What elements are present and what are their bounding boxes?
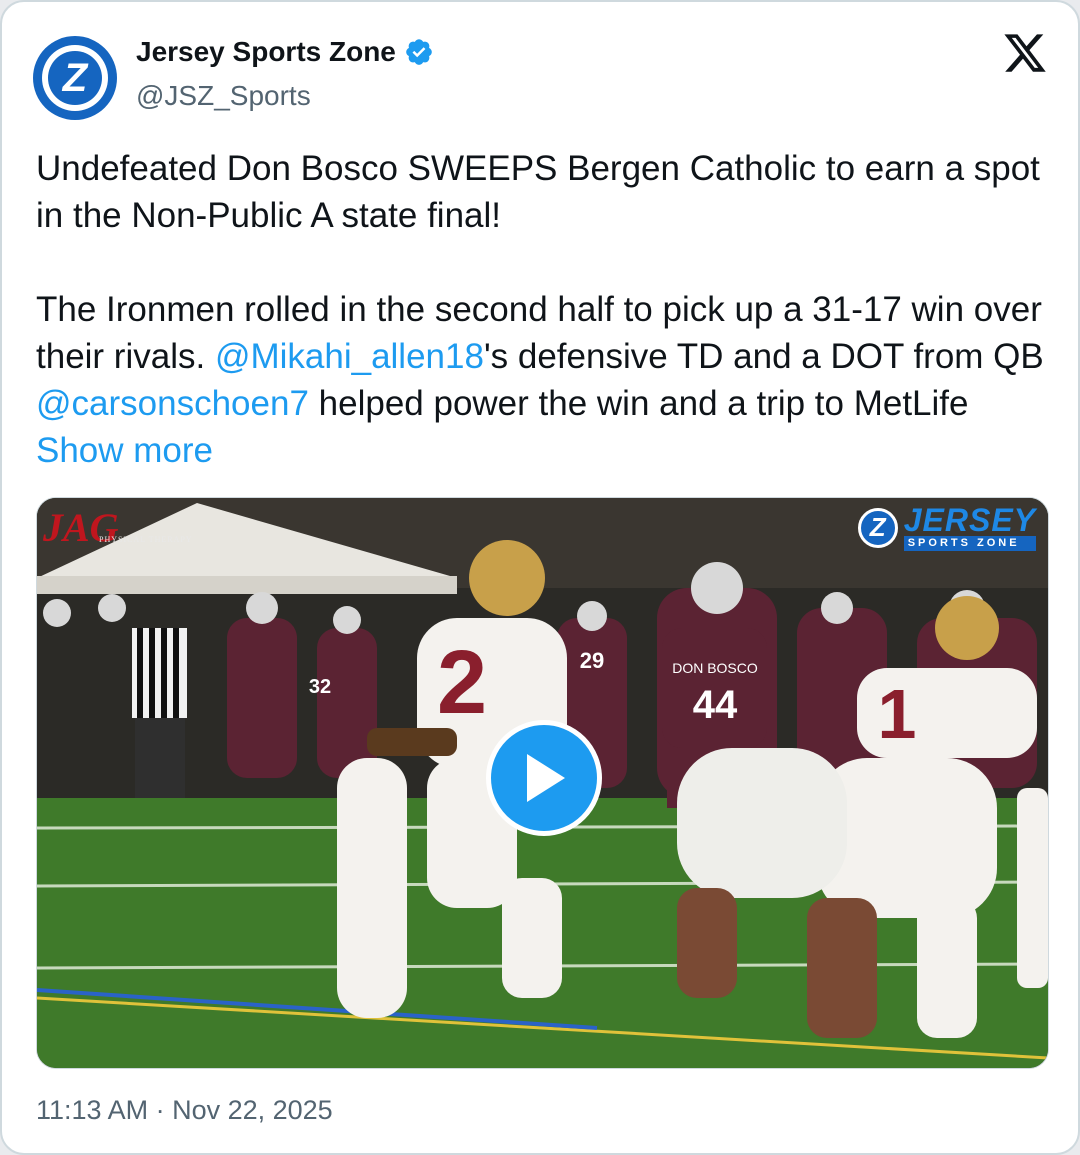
tweet-timestamp[interactable]: 11:13 AM · Nov 22, 2025 [36,1095,333,1126]
play-icon [527,754,565,802]
author-name-row: Jersey Sports Zone [136,36,434,68]
jersey-number-1: 1 [878,675,917,753]
jsz-watermark: Z JERSEY SPORTS ZONE [857,502,1036,551]
tweet-text: Undefeated Don Bosco SWEEPS Bergen Catho… [36,145,1056,474]
jag-watermark-sub: PHYSICAL THERAPY [99,535,193,544]
show-more-link[interactable]: Show more [36,431,213,470]
tweet-paragraph-2-cont: 's defensive TD and a DOT from QB [483,337,1054,376]
jersey-number-2: 2 [437,633,487,733]
author-display-name[interactable]: Jersey Sports Zone [136,36,396,68]
jersey-number-29: 29 [580,648,604,673]
verified-badge-icon [406,39,432,65]
author-avatar[interactable]: Z [33,36,117,120]
jsz-watermark-subtitle: SPORTS ZONE [903,536,1036,551]
avatar-logo: Z [48,51,102,105]
tweet-paragraph-2-end: helped power the win and a trip to MetLi… [308,384,979,423]
play-button[interactable] [486,720,602,836]
jersey-number-44: 44 [693,683,738,727]
tweet-card: Z Jersey Sports Zone @JSZ_Sports Undefea… [0,0,1080,1155]
mention-link[interactable]: @Mikahi_allen18 [215,337,484,376]
jersey-number-32: 32 [309,676,331,698]
jsz-watermark-logo: Z [857,507,898,548]
video-player[interactable]: DON BOSCO 44 2 1 29 32 JAG PHYSICAL THER… [36,497,1049,1069]
x-logo-icon[interactable] [1002,30,1048,76]
author-handle[interactable]: @JSZ_Sports [136,80,311,112]
tweet-paragraph-1: Undefeated Don Bosco SWEEPS Bergen Catho… [36,149,1050,235]
jersey-text: DON BOSCO [672,660,758,676]
mention-link[interactable]: @carsonschoen7 [36,384,309,423]
jsz-watermark-title: JERSEY [903,502,1036,538]
